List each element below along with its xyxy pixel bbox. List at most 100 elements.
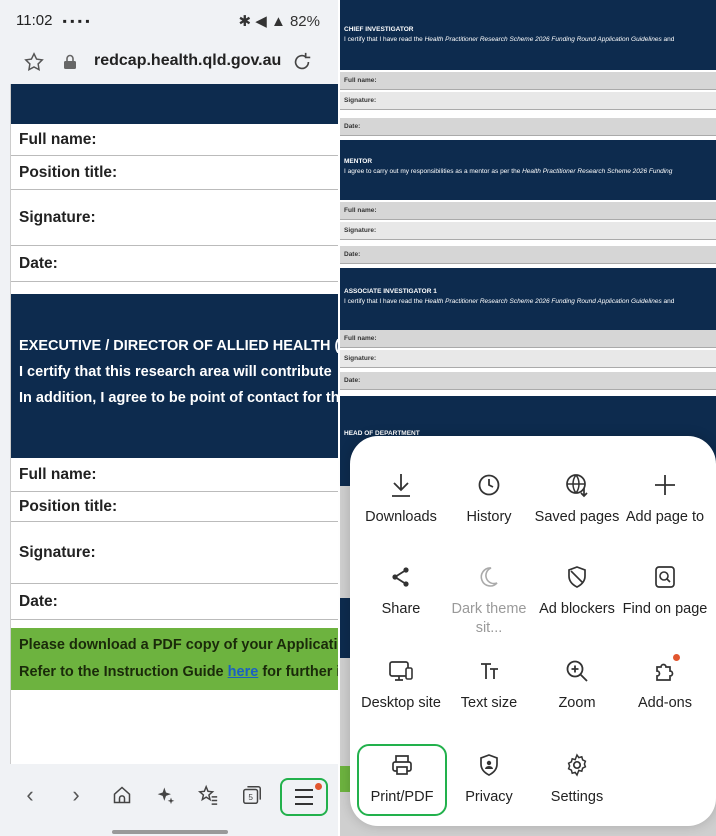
field-row: Full name: bbox=[340, 72, 716, 90]
menu-item-label: Add-ons bbox=[637, 695, 692, 711]
section-desc: I certify that I have read the Health Pr… bbox=[344, 36, 712, 43]
forward-icon[interactable]: › bbox=[58, 778, 94, 812]
zoom-icon bbox=[533, 656, 621, 686]
menu-item-privacy[interactable]: Privacy bbox=[445, 750, 533, 807]
history-icon bbox=[445, 470, 533, 500]
url-bar[interactable]: redcap.health.qld.gov.au bbox=[0, 42, 338, 82]
puzzle-icon bbox=[621, 654, 709, 686]
desc-em: Health Practitioner Research Scheme 2026… bbox=[424, 36, 662, 43]
menu-item-ad-blockers[interactable]: Ad blockers bbox=[533, 562, 621, 619]
menu-item-downloads[interactable]: Downloads bbox=[357, 470, 445, 527]
section-desc: I certify that I have read the Health Pr… bbox=[344, 298, 712, 305]
status-time: 11:02 bbox=[16, 12, 53, 29]
bookmarks-icon[interactable] bbox=[190, 778, 226, 812]
desc-text: I agree to carry out my responsibilities… bbox=[344, 168, 523, 175]
desc-post: and bbox=[661, 298, 675, 305]
menu-item-label: Print/PDF bbox=[370, 789, 434, 805]
home-icon[interactable] bbox=[104, 778, 140, 812]
menu-item-label: History bbox=[466, 509, 512, 525]
field-row: Full name: bbox=[340, 202, 716, 220]
form-row: Date: bbox=[11, 584, 338, 620]
menu-item-label: Add page to bbox=[625, 509, 705, 525]
row-label: Signature: bbox=[19, 208, 96, 226]
field-row: Signature: bbox=[340, 222, 716, 240]
row-label: Date: bbox=[19, 592, 58, 610]
shield-icon bbox=[533, 562, 621, 592]
field-label: Date: bbox=[344, 251, 361, 258]
menu-item-label: Text size bbox=[460, 695, 518, 711]
field-row: Date: bbox=[340, 246, 716, 264]
form-row: Position title: bbox=[11, 492, 338, 522]
url-text[interactable]: redcap.health.qld.gov.au bbox=[94, 52, 281, 70]
menu-item-print-pdf[interactable]: Print/PDF bbox=[358, 750, 446, 807]
row-label: Position title: bbox=[19, 163, 118, 181]
left-screenshot: 11:02 ▪ ▪ ▪ ▪ ✱ ◀ ▲ 82% redcap.health.ql… bbox=[0, 0, 338, 836]
menu-item-desktop-site[interactable]: Desktop site bbox=[357, 656, 445, 713]
back-icon[interactable]: ‹ bbox=[12, 778, 48, 812]
field-label: Signature: bbox=[344, 227, 377, 234]
privacy-icon bbox=[445, 750, 533, 780]
sparkle-icon[interactable] bbox=[148, 778, 184, 812]
field-row: Full name: bbox=[340, 330, 716, 348]
row-label: Date: bbox=[19, 254, 58, 272]
bookmark-star-icon[interactable] bbox=[22, 50, 46, 74]
notice-text-end: for further ins bbox=[262, 664, 338, 680]
tabs-icon[interactable]: 5 bbox=[234, 778, 270, 812]
form-row: Full name: bbox=[11, 124, 338, 156]
field-row: Date: bbox=[340, 372, 716, 390]
field-label: Full name: bbox=[344, 77, 377, 84]
section-header-bar bbox=[11, 84, 338, 124]
instruction-guide-link[interactable]: here bbox=[228, 664, 259, 680]
associate-investigator-header: ASSOCIATE INVESTIGATOR 1 I certify that … bbox=[340, 268, 716, 330]
field-label: Date: bbox=[344, 123, 361, 130]
menu-item-share[interactable]: Share bbox=[357, 562, 445, 619]
menu-item-label: Desktop site bbox=[361, 695, 441, 711]
menu-item-label: Share bbox=[381, 601, 421, 617]
row-label: Signature: bbox=[19, 543, 96, 561]
status-right-icons: ✱ ◀ ▲ 82% bbox=[238, 13, 320, 30]
menu-item-add-ons[interactable]: Add-ons bbox=[621, 654, 709, 713]
field-row: Signature: bbox=[340, 350, 716, 368]
desc-post: and bbox=[661, 36, 675, 43]
desc-text: I certify that I have read the bbox=[344, 36, 425, 43]
field-label: Date: bbox=[344, 377, 361, 384]
desc-em: Health Practitioner Research Scheme 2026… bbox=[522, 168, 673, 175]
status-bar: 11:02 ▪ ▪ ▪ ▪ ✱ ◀ ▲ 82% bbox=[0, 0, 338, 38]
menu-item-zoom[interactable]: Zoom bbox=[533, 656, 621, 713]
reload-icon[interactable] bbox=[290, 50, 314, 74]
field-row: Date: bbox=[340, 118, 716, 136]
download-icon bbox=[357, 470, 445, 500]
notice-line-2: Refer to the Instruction Guide here for … bbox=[19, 659, 338, 686]
menu-item-text-size[interactable]: Text size bbox=[445, 656, 533, 713]
form-row: Date: bbox=[11, 246, 338, 282]
menu-item-label: Saved pages bbox=[534, 509, 620, 525]
menu-item-add-page[interactable]: Add page to bbox=[621, 470, 709, 527]
menu-item-find-on-page[interactable]: Find on page bbox=[621, 562, 709, 619]
exec-title: EXECUTIVE / DIRECTOR OF ALLIED HEALTH (O… bbox=[19, 338, 338, 354]
chief-investigator-header: CHIEF INVESTIGATOR I certify that I have… bbox=[340, 0, 716, 70]
menu-item-history[interactable]: History bbox=[445, 470, 533, 527]
field-label: Full name: bbox=[344, 207, 377, 214]
menu-item-dark-theme[interactable]: Dark theme sit... bbox=[445, 562, 533, 638]
row-label: Position title: bbox=[19, 497, 118, 515]
exec-line-2: In addition, I agree to be point of cont… bbox=[19, 390, 338, 406]
form-row: Signature: bbox=[11, 190, 338, 246]
notice-text: Refer to the Instruction Guide bbox=[19, 664, 228, 680]
menu-item-label: Zoom bbox=[558, 695, 596, 711]
menu-item-label: Privacy bbox=[465, 789, 513, 805]
browser-bottom-nav: ‹ › 5 bbox=[0, 764, 338, 836]
form-row: Position title: bbox=[11, 156, 338, 190]
menu-item-label: Settings bbox=[550, 789, 604, 805]
field-row: Signature: bbox=[340, 92, 716, 110]
saved-pages-icon bbox=[533, 470, 621, 500]
menu-item-settings[interactable]: Settings bbox=[533, 750, 621, 807]
menu-item-saved-pages[interactable]: Saved pages bbox=[533, 470, 621, 527]
add-ons-badge-dot bbox=[673, 654, 680, 661]
text-size-icon bbox=[445, 656, 533, 686]
print-icon bbox=[358, 750, 446, 780]
menu-item-label: Dark theme sit... bbox=[451, 601, 527, 636]
home-indicator bbox=[112, 830, 228, 834]
menu-button[interactable] bbox=[280, 778, 328, 816]
lock-icon bbox=[60, 52, 80, 72]
form-row: Full name: bbox=[11, 458, 338, 492]
